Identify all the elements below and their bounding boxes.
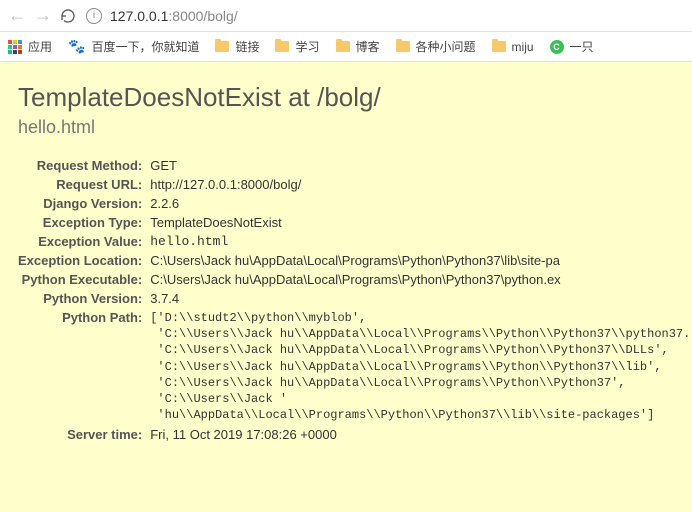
browser-nav-bar: ← → i 127.0.0.1:8000/bolg/ xyxy=(0,0,692,32)
apps-button[interactable]: 应用 xyxy=(8,38,52,55)
bookmark-label: 学习 xyxy=(295,38,319,55)
back-icon[interactable]: ← xyxy=(8,5,24,26)
green-c-icon: C xyxy=(550,40,564,54)
bookmark-study[interactable]: 学习 xyxy=(275,38,319,55)
django-error-page: TemplateDoesNotExist at /bolg/ hello.htm… xyxy=(0,62,692,512)
meta-label: Exception Type: xyxy=(18,213,150,232)
meta-value: ['D:\\studt2\\python\\myblob', 'C:\\User… xyxy=(150,310,690,423)
table-row: Request Method: GET xyxy=(18,156,690,175)
exception-title: TemplateDoesNotExist at /bolg/ xyxy=(18,82,674,113)
bookmark-blog[interactable]: 博客 xyxy=(336,38,380,55)
meta-value: hello.html xyxy=(150,232,690,251)
apps-label: 应用 xyxy=(28,38,52,55)
meta-value: 2.2.6 xyxy=(150,194,690,213)
bookmark-label: 链接 xyxy=(235,38,259,55)
meta-label: Python Version: xyxy=(18,289,150,308)
error-meta-table: Request Method: GET Request URL: http://… xyxy=(18,156,690,444)
meta-value: GET xyxy=(150,156,690,175)
meta-value: http://127.0.0.1:8000/bolg/ xyxy=(150,175,690,194)
bookmark-label: 一只 xyxy=(570,38,594,55)
meta-label: Python Path: xyxy=(18,308,150,425)
exception-subtitle: hello.html xyxy=(18,117,674,138)
meta-value: Fri, 11 Oct 2019 17:08:26 +0000 xyxy=(150,425,690,444)
bookmark-issues[interactable]: 各种小问题 xyxy=(396,38,476,55)
table-row: Exception Value: hello.html xyxy=(18,232,690,251)
table-row: Python Version: 3.7.4 xyxy=(18,289,690,308)
table-row: Request URL: http://127.0.0.1:8000/bolg/ xyxy=(18,175,690,194)
bookmark-links[interactable]: 链接 xyxy=(215,38,259,55)
bookmark-label: 各种小问题 xyxy=(416,38,476,55)
folder-icon xyxy=(396,41,410,52)
table-row: Django Version: 2.2.6 xyxy=(18,194,690,213)
meta-label: Request URL: xyxy=(18,175,150,194)
address-bar[interactable]: i 127.0.0.1:8000/bolg/ xyxy=(86,8,684,24)
meta-label: Exception Value: xyxy=(18,232,150,251)
table-row: Python Executable: C:\Users\Jack hu\AppD… xyxy=(18,270,690,289)
bookmark-label: miju xyxy=(512,40,534,54)
meta-label: Python Executable: xyxy=(18,270,150,289)
site-info-icon[interactable]: i xyxy=(86,8,102,24)
address-host: 127.0.0.1 xyxy=(110,8,168,24)
meta-label: Exception Location: xyxy=(18,251,150,270)
folder-icon xyxy=(492,41,506,52)
meta-value: C:\Users\Jack hu\AppData\Local\Programs\… xyxy=(150,270,690,289)
reload-icon[interactable] xyxy=(60,8,76,24)
forward-icon[interactable]: → xyxy=(34,5,50,26)
meta-label: Server time: xyxy=(18,425,150,444)
meta-label: Django Version: xyxy=(18,194,150,213)
meta-value: 3.7.4 xyxy=(150,289,690,308)
apps-icon xyxy=(8,40,22,54)
table-row: Python Path: ['D:\\studt2\\python\\myblo… xyxy=(18,308,690,425)
paw-icon: 🐾 xyxy=(68,38,85,55)
bookmark-baidu[interactable]: 🐾 百度一下，你就知道 xyxy=(68,38,199,55)
folder-icon xyxy=(336,41,350,52)
table-row: Server time: Fri, 11 Oct 2019 17:08:26 +… xyxy=(18,425,690,444)
bookmark-greenc[interactable]: C 一只 xyxy=(550,38,594,55)
bookmark-miju[interactable]: miju xyxy=(492,40,534,54)
address-path: :8000/bolg/ xyxy=(168,8,237,24)
folder-icon xyxy=(275,41,289,52)
table-row: Exception Location: C:\Users\Jack hu\App… xyxy=(18,251,690,270)
bookmark-label: 百度一下，你就知道 xyxy=(91,38,199,55)
meta-label: Request Method: xyxy=(18,156,150,175)
meta-value: C:\Users\Jack hu\AppData\Local\Programs\… xyxy=(150,251,690,270)
meta-value: TemplateDoesNotExist xyxy=(150,213,690,232)
bookmark-label: 博客 xyxy=(356,38,380,55)
folder-icon xyxy=(215,41,229,52)
table-row: Exception Type: TemplateDoesNotExist xyxy=(18,213,690,232)
bookmarks-bar: 应用 🐾 百度一下，你就知道 链接 学习 博客 各种小问题 miju C 一只 xyxy=(0,32,692,62)
